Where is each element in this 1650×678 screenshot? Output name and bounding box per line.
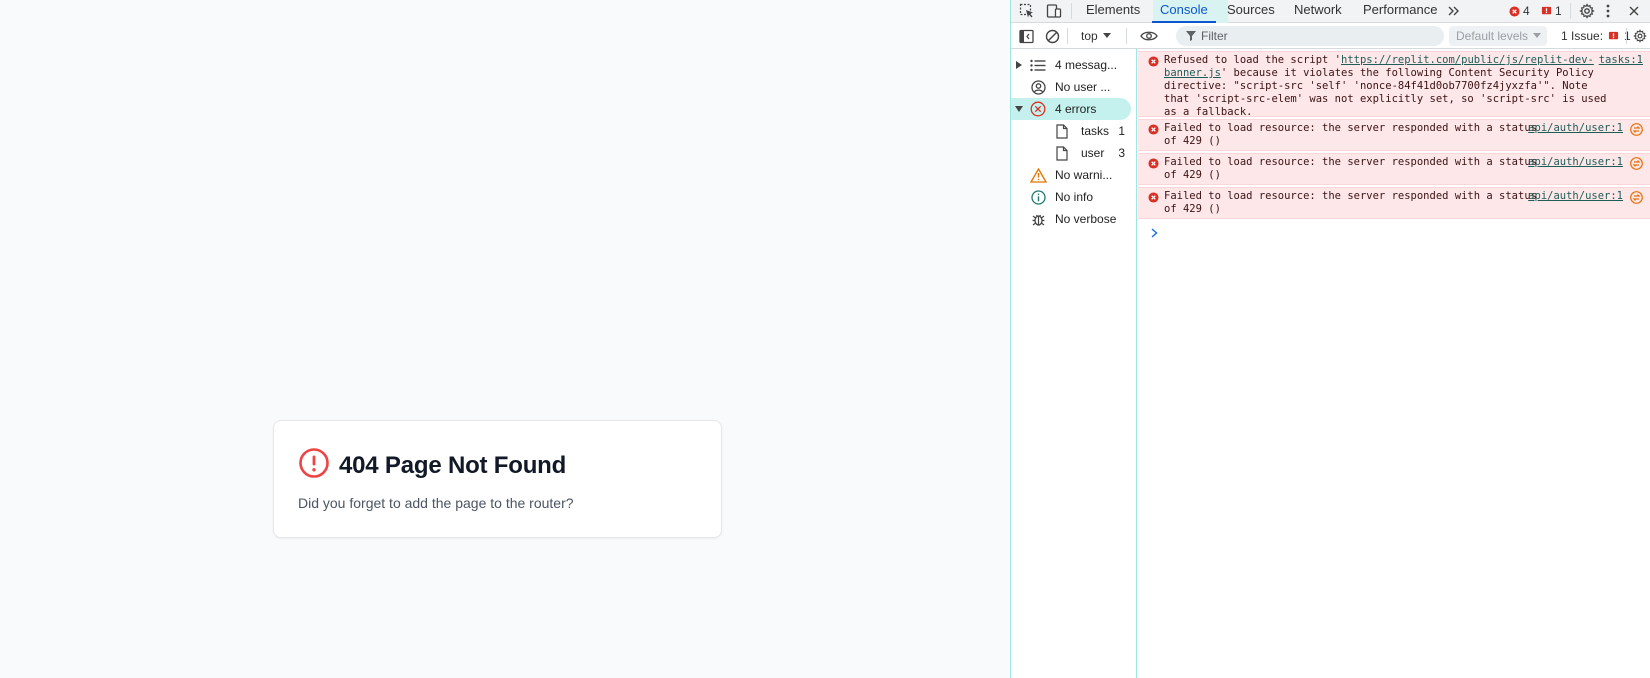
app-page: 404 Page Not Found Did you forget to add… [0,0,1010,678]
message-source-link[interactable]: tasks:1 [1599,54,1643,67]
sidebar-item-label: 4 messag... [1055,58,1118,72]
sidebar-item-tasks[interactable]: tasks 1 [1011,120,1135,142]
settings-gear-icon[interactable] [1579,1,1595,21]
error-icon [1148,158,1159,173]
message-text-after: ' because it violates the following Cont… [1164,67,1613,118]
sidebar-item-count: 1 [1118,124,1125,138]
clear-console-icon[interactable] [1045,26,1060,46]
network-request-icon[interactable] [1630,191,1643,208]
user-icon [1027,79,1049,95]
device-toolbar-icon[interactable] [1046,1,1062,21]
card-header: 404 Page Not Found [298,447,566,484]
sidebar-item-verbose[interactable]: No verbose [1011,208,1135,230]
log-levels-dropdown[interactable]: Default levels [1449,26,1547,46]
message-text: Refused to load the script 'https://repl… [1164,54,1619,119]
error-circle-icon [1027,101,1049,117]
issue-count: 1 [1555,4,1562,18]
network-request-icon[interactable] [1630,157,1643,174]
sidebar-item-label: No warni... [1055,168,1113,182]
file-icon [1051,145,1073,161]
console-message-error[interactable]: Refused to load the script 'https://repl… [1138,51,1650,119]
console-message-error[interactable]: Failed to load resource: the server resp… [1138,187,1650,219]
context-selector[interactable]: top [1081,26,1111,46]
devtools-tabbar: Elements Console Sources Network Perform… [1011,0,1650,23]
bug-icon [1027,212,1049,227]
error-count: 4 [1523,4,1530,18]
message-text: Failed to load resource: the server resp… [1164,190,1544,215]
caret-down-icon[interactable] [1011,106,1027,112]
page-title: 404 Page Not Found [339,451,567,479]
console-message-error[interactable]: Failed to load resource: the server resp… [1138,153,1650,185]
sidebar-item-label: tasks [1081,124,1110,138]
console-settings-gear-icon[interactable] [1633,26,1647,46]
sidebar-item-count: 3 [1118,146,1125,160]
error-icon [1148,56,1159,71]
list-icon [1027,59,1049,72]
message-text: Failed to load resource: the server resp… [1164,156,1544,181]
message-text: Failed to load resource: the server resp… [1164,122,1544,147]
tab-performance[interactable]: Performance [1363,0,1437,23]
error-icon [1148,124,1159,139]
tab-console[interactable]: Console [1152,0,1216,23]
message-source-link[interactable]: api/auth/user:1 [1528,156,1623,169]
live-expression-eye-icon[interactable] [1140,26,1158,46]
issue-count-badge[interactable]: 1 [1541,1,1562,21]
sidebar-item-user-messages[interactable]: No user ... [1011,76,1135,98]
issue-flag-icon [1541,6,1552,14]
sidebar-item-label: user [1081,146,1105,160]
sidebar-item-errors[interactable]: 4 errors [1011,98,1131,120]
sidebar-item-label: No info [1055,190,1094,204]
devtools-panel: Elements Console Sources Network Perform… [1010,0,1650,678]
message-source-link[interactable]: api/auth/user:1 [1528,190,1623,203]
tab-network[interactable]: Network [1294,0,1342,23]
filter-placeholder: Filter [1201,29,1228,43]
inspect-element-icon[interactable] [1019,1,1035,21]
tab-sources[interactable]: Sources [1227,0,1275,23]
sidebar-item-label: No user ... [1055,80,1111,94]
error-icon [1148,192,1159,207]
kebab-menu-icon[interactable] [1606,1,1610,21]
context-label: top [1081,29,1098,43]
message-source-link[interactable]: api/auth/user:1 [1528,122,1623,135]
issues-label: 1 Issue: [1561,29,1604,43]
file-icon [1051,123,1073,139]
issues-button[interactable]: 1 Issue: 1 [1561,26,1631,46]
dropdown-arrow-icon [1102,33,1111,38]
network-request-icon[interactable] [1630,123,1643,140]
sidebar-item-warnings[interactable]: No warni... [1011,164,1135,186]
alert-circle-icon [298,447,330,484]
message-text-before: Refused to load the script ' [1164,54,1342,66]
sidebar-item-messages[interactable]: 4 messag... [1011,54,1135,76]
console-prompt-chevron-icon[interactable] [1151,226,1158,241]
not-found-card: 404 Page Not Found Did you forget to add… [273,420,722,538]
levels-label: Default levels [1456,29,1529,43]
sidebar-item-label: 4 errors [1055,102,1097,116]
page-message: Did you forget to add the page to the ro… [298,495,574,511]
info-icon [1027,189,1049,205]
console-message-error[interactable]: Failed to load resource: the server resp… [1138,119,1650,151]
console-toolbar: top Filter Default levels 1 Issue: 1 [1011,23,1650,49]
caret-right-icon[interactable] [1011,61,1027,69]
sidebar-item-info[interactable]: No info [1011,186,1135,208]
more-tabs-icon[interactable] [1447,1,1461,21]
error-icon [1509,5,1520,17]
console-messages: Refused to load the script 'https://repl… [1138,49,1650,678]
warning-icon [1027,167,1049,183]
sidebar-item-user[interactable]: user 3 [1011,142,1135,164]
filter-funnel-icon [1186,31,1196,41]
close-icon[interactable] [1629,1,1639,21]
sidebar-toggle-icon[interactable] [1019,26,1034,46]
filter-input[interactable]: Filter [1176,26,1444,46]
error-count-badge[interactable]: 4 [1509,1,1530,21]
sidebar-item-label: No verbose [1055,212,1117,226]
console-sidebar: 4 messag... No user ... 4 errors tasks 1… [1011,49,1137,678]
dropdown-arrow-icon [1533,33,1542,38]
issue-flag-icon [1608,31,1619,39]
tab-elements[interactable]: Elements [1086,0,1140,23]
